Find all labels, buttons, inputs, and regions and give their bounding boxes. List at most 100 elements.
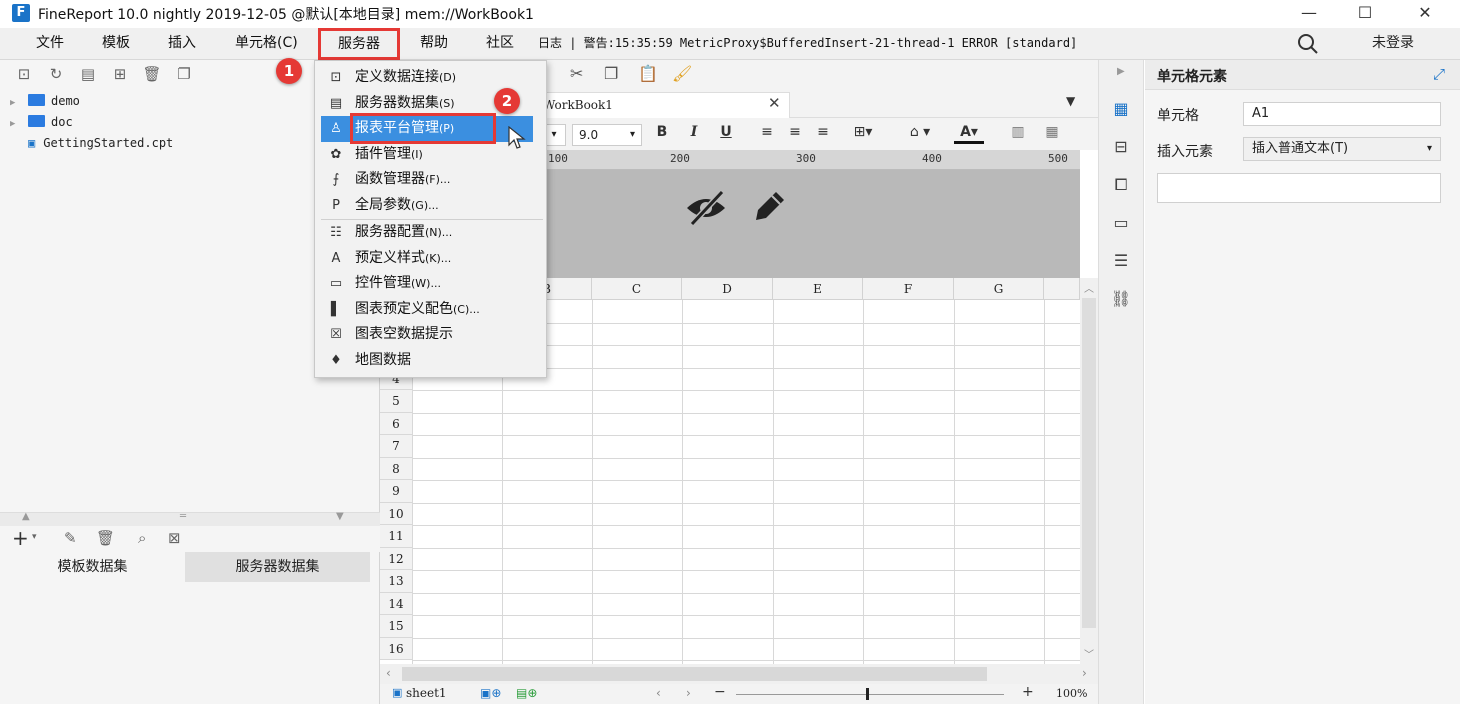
menu-file[interactable]: 文件 <box>36 28 64 60</box>
column-header-h[interactable] <box>1044 278 1080 300</box>
column-header-d[interactable]: D <box>682 278 773 300</box>
preview-icon[interactable]: ⌕ <box>138 529 146 547</box>
scroll-thumb[interactable] <box>402 667 987 681</box>
row-header[interactable]: 11 <box>380 525 412 548</box>
cell-element-icon[interactable]: ▦ <box>1110 98 1132 120</box>
fill-color-icon[interactable]: ⌂ ▾ <box>902 124 938 144</box>
cell-attribute-icon[interactable]: ⊟ <box>1110 136 1132 158</box>
menu-item-chart-color[interactable]: ▌ 图表预定义配色(C)... <box>321 297 543 323</box>
align-center-icon[interactable]: ≡ <box>786 124 804 144</box>
next-sheet-icon[interactable]: › <box>686 686 691 700</box>
scroll-left-icon[interactable]: ‹ <box>386 666 391 680</box>
open-icon[interactable]: ▤ <box>78 64 98 84</box>
menu-item-widget[interactable]: ▭ 控件管理(W)... <box>321 271 543 297</box>
row-header[interactable]: 6 <box>380 412 412 435</box>
font-color-icon[interactable]: A▾ <box>954 124 984 144</box>
row-header[interactable]: 16 <box>380 637 412 660</box>
format-painter-icon[interactable]: 🖌 <box>672 64 692 83</box>
add-poly-sheet-icon[interactable]: ▤⊕ <box>516 686 537 700</box>
scroll-up-icon[interactable]: ︿ <box>1084 280 1094 295</box>
row-header[interactable]: 8 <box>380 457 412 480</box>
menu-template[interactable]: 模板 <box>102 28 130 60</box>
add-sheet-icon[interactable]: ▣⊕ <box>480 686 501 700</box>
row-header[interactable]: 9 <box>380 480 412 503</box>
menu-item-style[interactable]: A 预定义样式(K)... <box>321 246 543 272</box>
collapse-down-icon[interactable]: ▼ <box>336 511 344 522</box>
new-folder-icon[interactable]: ⊡ <box>14 64 34 84</box>
drag-handle-icon[interactable]: ═ <box>180 511 186 522</box>
unmerge-cells-icon[interactable]: ▦ <box>1042 124 1062 144</box>
menu-item-chart-empty[interactable]: ☒ 图表空数据提示 <box>321 322 543 348</box>
chevron-down-icon[interactable]: ▾ <box>32 532 37 542</box>
edit-icon[interactable]: ✎ <box>64 529 77 547</box>
float-element-icon[interactable]: ⧠ <box>1110 174 1132 196</box>
zoom-level[interactable]: 100% <box>1056 687 1087 700</box>
cut-icon[interactable]: ✂ <box>570 64 583 83</box>
pin-icon[interactable]: ⤢ <box>1433 65 1445 83</box>
row-header[interactable]: 15 <box>380 615 412 638</box>
trash-icon[interactable]: 🗑 <box>96 529 115 547</box>
menu-item-map-data[interactable]: ♦ 地图数据 <box>321 348 543 374</box>
search-icon[interactable] <box>1296 32 1320 56</box>
font-size-select[interactable]: 9.0 ▾ <box>572 124 642 146</box>
maximize-button[interactable]: ☐ <box>1342 0 1388 28</box>
login-button[interactable]: 未登录 <box>1372 28 1414 60</box>
scroll-right-icon[interactable]: › <box>1082 666 1087 680</box>
italic-icon[interactable]: I <box>686 124 702 144</box>
expand-icon[interactable]: ▶ <box>10 119 18 129</box>
zoom-slider-thumb[interactable] <box>866 688 869 700</box>
menu-community[interactable]: 社区 <box>486 28 514 60</box>
menu-cell[interactable]: 单元格(C) <box>235 28 298 60</box>
log-message[interactable]: 日志 | 警告:15:35:59 MetricProxy$BufferedIns… <box>538 28 1077 60</box>
tree-item-demo[interactable]: ▶ demo <box>10 94 80 114</box>
zoom-in-icon[interactable]: + <box>1022 684 1034 700</box>
close-button[interactable]: ✕ <box>1402 0 1448 28</box>
scroll-down-icon[interactable]: ﹀ <box>1084 646 1094 661</box>
column-header-f[interactable]: F <box>863 278 954 300</box>
content-input[interactable] <box>1157 173 1441 203</box>
collapse-up-icon[interactable]: ▲ <box>22 511 30 522</box>
menu-help[interactable]: 帮助 <box>420 28 448 60</box>
hyperlink-icon[interactable]: ⛓ <box>1110 288 1132 310</box>
row-header[interactable]: 10 <box>380 502 412 525</box>
pane-splitter[interactable]: ▲ ═ ▼ <box>0 511 380 526</box>
edit-pencil-icon[interactable] <box>750 188 788 226</box>
menu-item-param[interactable]: P 全局参数(G)... <box>321 193 543 219</box>
copy-icon[interactable]: ❐ <box>174 64 194 84</box>
tab-workbook1[interactable]: WorkBook1 <box>530 92 790 118</box>
refresh-icon[interactable]: ↻ <box>46 64 66 84</box>
row-header[interactable]: 14 <box>380 592 412 615</box>
column-header-e[interactable]: E <box>773 278 863 300</box>
add-dataset-icon[interactable]: + <box>12 526 29 550</box>
row-header[interactable]: 7 <box>380 435 412 458</box>
prev-sheet-icon[interactable]: ‹ <box>656 686 661 700</box>
menu-insert[interactable]: 插入 <box>168 28 196 60</box>
menu-server[interactable]: 服务器 <box>318 28 400 60</box>
cell-field[interactable]: A1 <box>1243 102 1441 126</box>
column-header-c[interactable]: C <box>592 278 682 300</box>
underline-icon[interactable]: U <box>718 124 734 144</box>
row-header[interactable]: 12 <box>380 547 412 570</box>
close-tab-icon[interactable]: ✕ <box>768 94 781 112</box>
bold-icon[interactable]: B <box>654 124 670 144</box>
condition-attribute-icon[interactable]: ☰ <box>1110 250 1132 272</box>
scroll-thumb[interactable] <box>1082 298 1096 628</box>
paste-icon[interactable]: 📋 <box>638 64 658 83</box>
menu-item-db-connection[interactable]: ⊡ 定义数据连接(D) <box>321 65 543 91</box>
row-header[interactable]: 13 <box>380 570 412 593</box>
row-header[interactable]: 5 <box>380 390 412 413</box>
align-left-icon[interactable]: ≡ <box>758 124 776 144</box>
expand-icon[interactable]: ▶ <box>10 98 18 108</box>
hide-eye-icon[interactable] <box>684 188 728 228</box>
align-right-icon[interactable]: ≡ <box>814 124 832 144</box>
minimize-button[interactable]: — <box>1286 0 1332 28</box>
dataset-edit-icon[interactable]: ⊠ <box>168 529 181 547</box>
border-icon[interactable]: ⊞▾ <box>850 124 876 144</box>
zoom-slider-track[interactable] <box>736 694 1004 695</box>
insert-element-select[interactable]: 插入普通文本(T) ▾ <box>1243 137 1441 161</box>
menu-item-function[interactable]: ⨍ 函数管理器(F)... <box>321 167 543 193</box>
tab-menu-icon[interactable]: ▼ <box>1066 94 1075 108</box>
merge-cells-icon[interactable]: ▥ <box>1008 124 1028 144</box>
tab-server-dataset[interactable]: 服务器数据集 <box>185 552 370 582</box>
copy-icon[interactable]: ❐ <box>604 64 618 83</box>
